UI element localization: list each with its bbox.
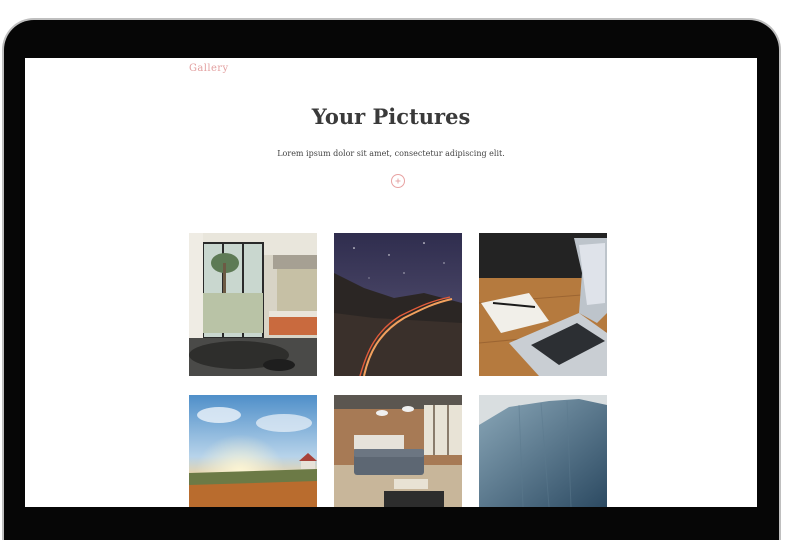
bedroom-photo	[189, 233, 317, 376]
page-subtitle: Lorem ipsum dolor sit amet, consectetur …	[277, 149, 505, 158]
sunset-meadow-photo	[189, 395, 317, 507]
living-room-photo	[334, 395, 462, 507]
page-title: Your Pictures	[311, 104, 471, 129]
plus-icon	[395, 178, 401, 184]
gallery-photo-sunset-meadow[interactable]	[189, 395, 317, 507]
add-picture-button[interactable]	[391, 174, 405, 188]
gallery-photo-bedroom[interactable]	[189, 233, 317, 376]
gallery-photo-night-road[interactable]	[334, 233, 462, 376]
gallery-photo-blue-cliff[interactable]	[479, 395, 607, 507]
gallery-photo-living-room[interactable]	[334, 395, 462, 507]
blue-cliff-photo	[479, 395, 607, 507]
nav-link-gallery[interactable]: Gallery	[189, 63, 229, 74]
laptop-desk-photo	[479, 233, 607, 376]
night-road-photo	[334, 233, 462, 376]
gallery-photo-laptop-desk[interactable]	[479, 233, 607, 376]
app-screen: Gallery Your Pictures Lorem ipsum dolor …	[25, 58, 757, 507]
